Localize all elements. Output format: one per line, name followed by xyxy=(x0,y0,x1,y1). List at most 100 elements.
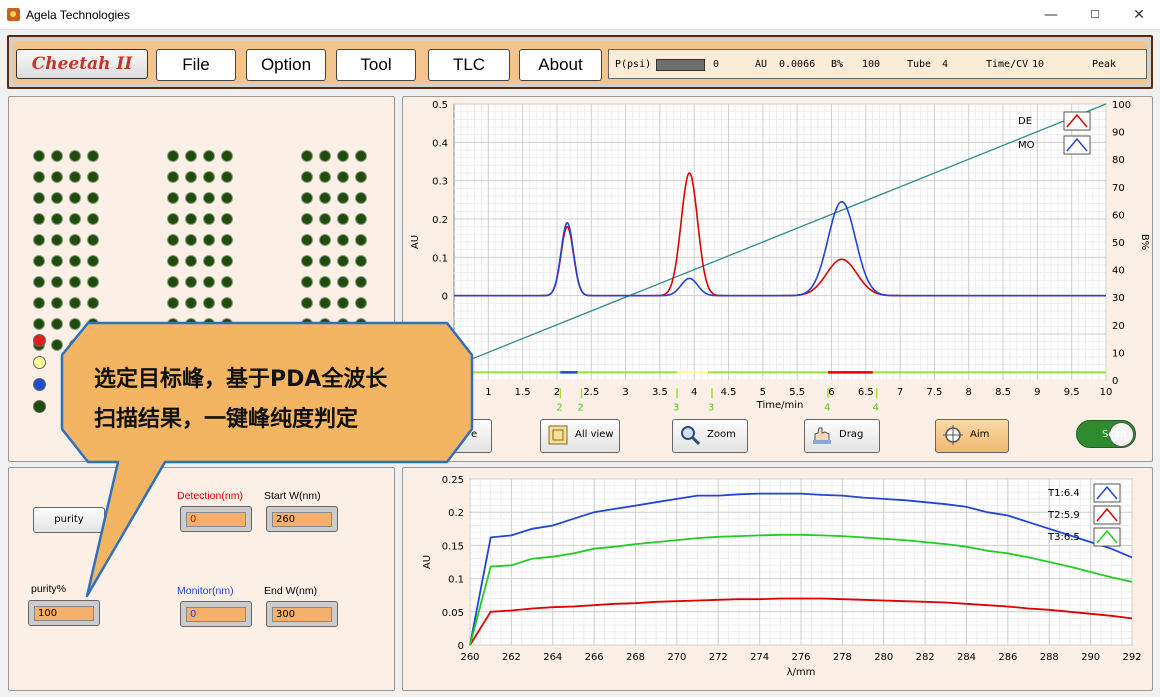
rack-tube[interactable] xyxy=(69,213,81,225)
rack-tube[interactable] xyxy=(69,297,81,309)
rack-tube[interactable] xyxy=(221,192,233,204)
rack-tube[interactable] xyxy=(203,234,215,246)
rack-tube[interactable] xyxy=(167,171,179,183)
start-wavelength-field[interactable]: 260 xyxy=(266,506,338,532)
rack-tube[interactable] xyxy=(221,171,233,183)
rack-tube[interactable] xyxy=(355,297,367,309)
rack-tube[interactable] xyxy=(301,276,313,288)
rack-tube[interactable] xyxy=(51,297,63,309)
close-button[interactable]: ✕ xyxy=(1124,4,1154,26)
rack-tube[interactable] xyxy=(69,318,81,330)
tlc-menu-button[interactable]: TLC xyxy=(428,49,510,81)
rack-tube[interactable] xyxy=(355,276,367,288)
rack-tube[interactable] xyxy=(355,171,367,183)
rack-tube[interactable] xyxy=(33,234,45,246)
rack-tube[interactable] xyxy=(167,255,179,267)
rack-tube[interactable] xyxy=(51,255,63,267)
rack-tube[interactable] xyxy=(69,255,81,267)
rack-tube[interactable] xyxy=(87,150,99,162)
rack-tube[interactable] xyxy=(319,234,331,246)
rack-tube[interactable] xyxy=(167,297,179,309)
rack-tube[interactable] xyxy=(319,171,331,183)
rack-tube[interactable] xyxy=(221,234,233,246)
rack-tube[interactable] xyxy=(33,192,45,204)
rack-tube[interactable] xyxy=(87,171,99,183)
rack-tube[interactable] xyxy=(203,318,215,330)
tube-status-indicator[interactable] xyxy=(33,356,46,369)
rack-tube[interactable] xyxy=(203,171,215,183)
rack-tube[interactable] xyxy=(319,318,331,330)
maximize-button[interactable]: ☐ xyxy=(1080,4,1110,26)
rack-tube[interactable] xyxy=(301,234,313,246)
rack-tube[interactable] xyxy=(185,171,197,183)
rack-tube[interactable] xyxy=(337,213,349,225)
rack-tube[interactable] xyxy=(33,150,45,162)
rack-tube[interactable] xyxy=(301,339,313,351)
rack-tube[interactable] xyxy=(355,192,367,204)
rack-tube[interactable] xyxy=(319,297,331,309)
rack-tube[interactable] xyxy=(319,213,331,225)
rack-tube[interactable] xyxy=(301,318,313,330)
rack-tube[interactable] xyxy=(203,276,215,288)
rack-tube[interactable] xyxy=(87,255,99,267)
rack-tube[interactable] xyxy=(69,339,81,351)
about-menu-button[interactable]: About xyxy=(519,49,602,81)
spectrum-chart[interactable]: 260 262 264 266 268 270 272 274 276 278 280 282 284 2… xyxy=(402,467,1153,691)
rack-tube[interactable] xyxy=(355,318,367,330)
rack-tube[interactable] xyxy=(87,339,99,351)
rack-tube[interactable] xyxy=(167,213,179,225)
rack-tube[interactable] xyxy=(301,297,313,309)
rack-tube[interactable] xyxy=(185,150,197,162)
all-view-button[interactable]: All view xyxy=(540,419,620,453)
rack-tube[interactable] xyxy=(185,318,197,330)
purity-percent-field[interactable]: 100 xyxy=(28,600,100,626)
rack-tube[interactable] xyxy=(337,192,349,204)
tube-status-indicator[interactable] xyxy=(33,378,46,391)
rack-tube[interactable] xyxy=(185,192,197,204)
rack-tube[interactable] xyxy=(167,276,179,288)
rack-tube[interactable] xyxy=(167,234,179,246)
rack-tube[interactable] xyxy=(51,213,63,225)
rack-tube[interactable] xyxy=(221,339,233,351)
chromatogram-chart[interactable]: 1 1.5 2 2.5 3 3.5 4 4.5 5 5.5 6 6.5 7 7.5 8 8.5 9 9.5 10 0.… xyxy=(402,96,1153,418)
rack-tube[interactable] xyxy=(51,234,63,246)
rack-tube[interactable] xyxy=(337,150,349,162)
rack-tube[interactable] xyxy=(319,276,331,288)
rack-tube[interactable] xyxy=(355,339,367,351)
file-menu-button[interactable]: File xyxy=(156,49,236,81)
rack-tube[interactable] xyxy=(185,339,197,351)
rack-tube[interactable] xyxy=(355,255,367,267)
drag-button[interactable]: Drag xyxy=(804,419,880,453)
rack-tube[interactable] xyxy=(337,339,349,351)
rack-tube[interactable] xyxy=(203,150,215,162)
rack-tube[interactable] xyxy=(87,276,99,288)
tube-status-indicator[interactable] xyxy=(33,334,46,347)
rack-tube[interactable] xyxy=(355,213,367,225)
rack-tube[interactable] xyxy=(33,297,45,309)
rack-tube[interactable] xyxy=(51,192,63,204)
rack-tube[interactable] xyxy=(87,234,99,246)
rack-tube[interactable] xyxy=(33,213,45,225)
rack-tube[interactable] xyxy=(355,150,367,162)
rack-tube[interactable] xyxy=(51,318,63,330)
rack-tube[interactable] xyxy=(337,255,349,267)
zoom-button[interactable]: Zoom xyxy=(672,419,748,453)
rack-tube[interactable] xyxy=(337,171,349,183)
rack-tube[interactable] xyxy=(69,234,81,246)
rack-tube[interactable] xyxy=(221,276,233,288)
rack-tube[interactable] xyxy=(203,297,215,309)
rack-tube[interactable] xyxy=(301,255,313,267)
tube-status-indicator[interactable] xyxy=(33,400,46,413)
rack-tube[interactable] xyxy=(355,234,367,246)
rack-tube[interactable] xyxy=(319,150,331,162)
rack-tube[interactable] xyxy=(167,339,179,351)
rack-tube[interactable] xyxy=(221,318,233,330)
rack-tube[interactable] xyxy=(87,192,99,204)
rack-tube[interactable] xyxy=(221,297,233,309)
rack-tube[interactable] xyxy=(33,255,45,267)
rack-tube[interactable] xyxy=(167,150,179,162)
rack-tube[interactable] xyxy=(33,276,45,288)
rack-tube[interactable] xyxy=(51,276,63,288)
rack-tube[interactable] xyxy=(221,213,233,225)
rack-tube[interactable] xyxy=(87,213,99,225)
